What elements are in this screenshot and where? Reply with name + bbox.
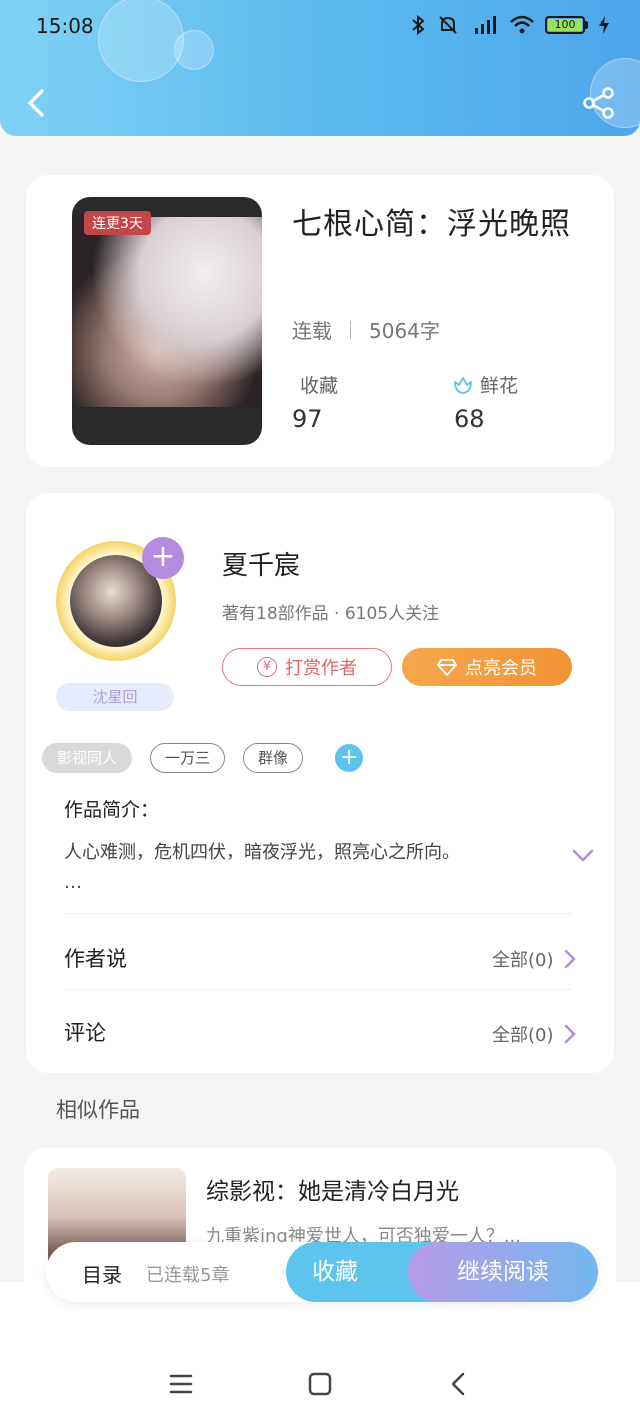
- action-bar: 目录 已连载5章 收藏 继续阅读: [46, 1242, 598, 1302]
- back-icon[interactable]: [22, 86, 54, 120]
- continue-reading-button[interactable]: 继续阅读: [408, 1242, 598, 1302]
- tip-author-button[interactable]: ¥ 打赏作者: [222, 648, 392, 686]
- vip-button[interactable]: 点亮会员: [402, 648, 572, 686]
- charging-icon: [599, 16, 609, 34]
- similar-work-title: 综影视：她是清冷白月光: [206, 1179, 459, 1205]
- intro-text-line: 人心难测，危机四伏，暗夜浮光，照亮心之所向。: [64, 842, 460, 863]
- signal-icon: [475, 16, 496, 34]
- flower-icon: [454, 376, 472, 394]
- comments-label[interactable]: 评论: [64, 1017, 106, 1047]
- tag-item[interactable]: 影视同人: [42, 743, 133, 773]
- coin-icon: ¥: [257, 657, 277, 677]
- tip-author-label: 打赏作者: [285, 658, 357, 679]
- book-info-card: 连更3天 七根心简：浮光晚照 连载 5064字 收藏 97 鲜花 68: [26, 175, 614, 467]
- similar-works-title: 相似作品: [56, 1098, 140, 1122]
- intro-text: 人心难测，危机四伏，暗夜浮光，照亮心之所向。 …: [64, 838, 534, 898]
- book-title: 七根心简：浮光晚照: [292, 207, 571, 242]
- menu-icon[interactable]: [166, 1370, 196, 1398]
- chevron-right-icon: [564, 1024, 576, 1044]
- collect-stat-label: 收藏: [300, 371, 338, 398]
- meta-divider: [350, 320, 351, 339]
- follow-plus-button[interactable]: +: [142, 537, 184, 579]
- diamond-icon: [437, 659, 457, 676]
- flower-stat-label[interactable]: 鲜花: [452, 371, 518, 398]
- add-tag-button[interactable]: +: [335, 744, 364, 772]
- author-notes-label[interactable]: 作者说: [64, 943, 127, 973]
- tag-item[interactable]: 群像: [243, 743, 304, 773]
- book-cover[interactable]: 连更3天: [72, 197, 262, 445]
- author-card: + 沈星回 夏千宸 著有18部作品 · 6105人关注 ¥ 打赏作者 点亮会员 …: [26, 493, 614, 1073]
- author-name[interactable]: 夏千宸: [222, 545, 300, 582]
- author-meta: 著有18部作品 · 6105人关注: [222, 604, 440, 624]
- back-nav-icon[interactable]: [444, 1370, 474, 1398]
- status-time: 15:08: [36, 14, 94, 38]
- chevron-right-icon: [564, 949, 576, 969]
- update-streak-badge: 连更3天: [84, 211, 151, 235]
- bluetooth-icon: [412, 14, 425, 36]
- decor-bubble: [174, 30, 214, 70]
- chapter-count: 已连载5章: [146, 1265, 230, 1286]
- chevron-down-icon[interactable]: [572, 849, 594, 863]
- divider: [64, 989, 572, 990]
- share-icon[interactable]: [582, 86, 616, 120]
- book-meta: 连载 5064字: [292, 315, 440, 344]
- home-icon[interactable]: [305, 1370, 335, 1398]
- vip-label: 点亮会员: [465, 658, 537, 679]
- author-notes-count: 全部(0): [492, 950, 554, 971]
- wifi-icon: [510, 15, 534, 34]
- status-icons: 100: [409, 14, 610, 36]
- divider: [64, 913, 572, 914]
- mute-bell-icon: [439, 16, 457, 34]
- tag-list: 影视同人 一万三 群像 +: [42, 743, 364, 773]
- battery-level: 100: [548, 19, 582, 31]
- intro-title: 作品简介：: [64, 799, 160, 821]
- decor-bubble: [98, 0, 184, 82]
- comments-count: 全部(0): [492, 1025, 554, 1046]
- header: 15:08 100: [0, 0, 640, 136]
- comments-all-link[interactable]: 全部(0): [492, 1021, 576, 1047]
- avatar-frame-tag: 沈星回: [56, 683, 174, 711]
- collect-label: 收藏: [300, 375, 339, 397]
- flower-label: 鲜花: [480, 375, 519, 397]
- book-status: 连载: [292, 319, 332, 343]
- collect-count: 97: [292, 405, 323, 433]
- author-notes-all-link[interactable]: 全部(0): [492, 946, 576, 972]
- intro-ellipsis: …: [64, 872, 82, 893]
- tag-item[interactable]: 一万三: [150, 743, 226, 773]
- battery-icon: 100: [545, 16, 588, 34]
- word-count: 5064字: [369, 319, 440, 343]
- flower-count: 68: [454, 405, 485, 433]
- toc-button[interactable]: 目录: [82, 1259, 122, 1288]
- system-nav-bar: [0, 1350, 640, 1422]
- book-cover-image: [72, 217, 262, 407]
